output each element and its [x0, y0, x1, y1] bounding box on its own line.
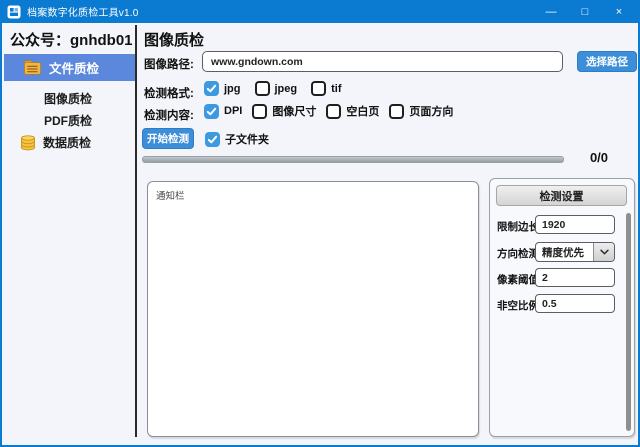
checkbox-jpeg[interactable]: [255, 81, 270, 96]
orientation-select[interactable]: 精度优先: [535, 242, 615, 262]
sidebar-item-pdf-qc[interactable]: PDF质检: [44, 112, 92, 129]
format-label: 检测格式:: [144, 85, 194, 101]
progress-bar: [142, 156, 564, 163]
checkbox-label: 子文件夹: [225, 131, 269, 147]
progress-counter: 0/0: [580, 150, 618, 165]
page-title: 图像质检: [144, 29, 204, 50]
account-label: 公众号：gnhdb01: [10, 29, 133, 50]
minimize-button[interactable]: —: [534, 0, 568, 23]
checkbox-label: 空白页: [346, 103, 379, 119]
checkbox-dpi[interactable]: [204, 104, 219, 119]
checkbox-subfolder[interactable]: [205, 132, 220, 147]
sidebar-item-label: 数据质检: [43, 134, 91, 151]
orientation-select-value: 精度优先: [536, 245, 593, 260]
format-options: jpg jpeg tif: [204, 81, 342, 96]
content-label: 检测内容:: [144, 107, 194, 123]
sidebar-item-data-qc[interactable]: 数据质检: [20, 134, 91, 151]
database-icon: [20, 135, 36, 151]
checkbox-label: tif: [331, 83, 341, 95]
checkbox-page-orientation[interactable]: [389, 104, 404, 119]
checkbox-blank-page[interactable]: [326, 104, 341, 119]
settings-button[interactable]: 检测设置: [496, 185, 627, 206]
checkbox-label: 页面方向: [409, 103, 453, 119]
checkbox-label: jpeg: [275, 83, 298, 95]
window-controls: — □ ×: [534, 0, 636, 23]
start-check-button[interactable]: 开始检测: [142, 128, 194, 149]
folder-icon: [24, 60, 41, 75]
app-icon: [7, 5, 21, 19]
sidebar-item-label: 图像质检: [44, 92, 92, 106]
app-window: 档案数字化质检工具v1.0 — □ × 公众号：gnhdb01 文件质检 图像质…: [0, 0, 640, 447]
chevron-down-icon: [593, 243, 614, 261]
settings-panel: 检测设置 限制边长: 方向检测: 精度优先 像素阈值: 非空比例:: [489, 178, 635, 437]
maximize-button[interactable]: □: [568, 0, 602, 23]
notice-textarea[interactable]: 通知栏: [147, 181, 479, 437]
content-options: DPI 图像尺寸 空白页 页面方向: [204, 103, 453, 119]
checkbox-image-size[interactable]: [252, 104, 267, 119]
subfolder-option: 子文件夹: [205, 131, 269, 147]
window-title: 档案数字化质检工具v1.0: [27, 4, 139, 19]
sidebar-divider: [135, 25, 137, 437]
checkbox-jpg[interactable]: [204, 81, 219, 96]
checkbox-label: jpg: [224, 83, 241, 95]
close-button[interactable]: ×: [602, 0, 636, 23]
checkbox-tif[interactable]: [311, 81, 326, 96]
image-path-input[interactable]: [202, 51, 563, 72]
max-side-input[interactable]: [535, 215, 615, 234]
choose-path-button[interactable]: 选择路径: [577, 51, 637, 72]
sidebar-item-label: 文件质检: [49, 58, 99, 77]
nonblank-ratio-input[interactable]: [535, 294, 615, 313]
checkbox-label: 图像尺寸: [272, 103, 316, 119]
title-bar[interactable]: 档案数字化质检工具v1.0 — □ ×: [0, 0, 640, 23]
sidebar-item-label: PDF质检: [44, 114, 92, 128]
checkbox-label: DPI: [224, 105, 242, 117]
sidebar-item-file-qc[interactable]: 文件质检: [4, 54, 135, 81]
settings-scrollbar[interactable]: [626, 213, 631, 431]
pixel-threshold-input[interactable]: [535, 268, 615, 287]
sidebar-item-image-qc[interactable]: 图像质检: [44, 90, 92, 107]
path-label: 图像路径:: [144, 56, 194, 72]
notice-placeholder: 通知栏: [156, 191, 185, 202]
